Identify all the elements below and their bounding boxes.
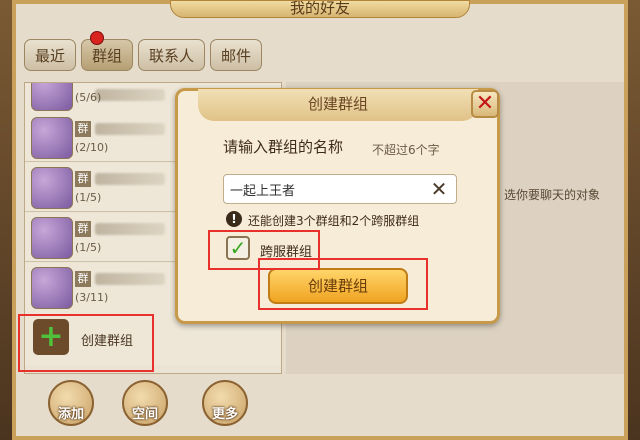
dialog-title: 创建群组 [198,89,478,121]
close-button[interactable]: ✕ [471,90,499,118]
space-button[interactable]: 空间 [122,380,168,426]
info-icon: ! [226,211,242,227]
member-count: (2/10) [75,141,109,154]
blurred-name [95,173,165,185]
blurred-name [95,89,165,101]
tab-bar: 最近 群组 联系人 邮件 [24,39,263,71]
avatar [31,117,73,159]
blurred-name [95,123,165,135]
more-label: 更多 [211,407,238,422]
tab-recent[interactable]: 最近 [24,39,77,71]
blurred-name [95,273,165,285]
member-count: (1/5) [75,191,102,204]
tab-groups[interactable]: 群组 [81,39,134,71]
more-button[interactable]: 更多 [202,380,248,426]
member-count: (1/5) [75,241,102,254]
avatar [31,217,73,259]
space-label: 空间 [131,407,158,422]
member-count: (3/11) [75,291,109,304]
tab-mail[interactable]: 邮件 [210,39,263,71]
window-title: 我的好友 [170,0,470,18]
avatar [31,83,73,111]
name-limit: 不超过6个字 [372,143,440,157]
add-button[interactable]: 添加 [48,380,94,426]
avatar [31,167,73,209]
group-name-input[interactable] [230,180,420,198]
close-icon: ✕ [475,91,495,116]
group-name-field[interactable]: ✕ [223,174,457,204]
notification-badge [90,31,104,45]
avatar [31,267,73,309]
remaining-groups-info: 还能创建3个群组和2个跨服群组 [248,214,420,228]
group-tag: 群 [75,221,91,237]
add-label: 添加 [57,407,84,422]
group-tag: 群 [75,121,91,137]
tab-contacts[interactable]: 联系人 [138,39,206,71]
blurred-name [95,223,165,235]
name-prompt: 请输入群组的名称 [223,138,344,156]
highlight-create-button [258,258,428,310]
group-tag: 群 [75,271,91,287]
group-tag: 群 [75,171,91,187]
member-count: (5/6) [75,91,102,104]
highlight-create-row [18,314,154,372]
clear-icon[interactable]: ✕ [429,179,449,199]
